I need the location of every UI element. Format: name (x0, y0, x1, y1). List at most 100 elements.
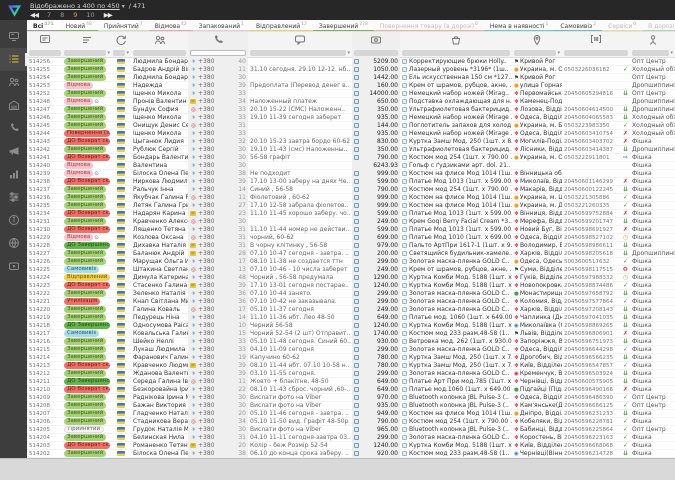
ttn-cell[interactable]: 20450604065583⇊ (562, 114, 630, 122)
price-cell[interactable]: 790.00 (352, 418, 400, 426)
phone-cell[interactable]: ✳+38033 (188, 130, 248, 138)
comment-cell[interactable]: 08.10 11-38 не создается ттн (248, 258, 352, 266)
phone-cell[interactable]: ✳+38033 (188, 346, 248, 354)
customer-name[interactable]: Іщенко Микола (131, 114, 188, 122)
comment-cell[interactable]: 17.10 13-00 заберу на днях Че.. (248, 178, 352, 186)
status-badge[interactable]: Завершений (64, 306, 106, 313)
product-cell[interactable]: Костюм на флисе Мод 1014 (1ш.. (400, 410, 512, 418)
ttn-cell[interactable]: 20450596503924⇊ (562, 370, 630, 378)
filter-input-price[interactable] (354, 50, 398, 56)
price-cell[interactable]: 5209.00 (352, 58, 400, 66)
status-badge[interactable]: Завершений (64, 218, 106, 225)
price-cell[interactable]: 6243.93 (352, 162, 400, 170)
status-badge[interactable]: ДО Возврат ск.. (64, 178, 110, 185)
product-cell[interactable]: Светящийся будильник-хамеле.. (400, 250, 512, 258)
phone-cell[interactable]: ✳+38030 (188, 154, 248, 162)
product-cell[interactable]: Золотая маска-пленка GOLD C.. (400, 346, 512, 354)
customer-name[interactable]: Штакина Светлана (131, 266, 188, 274)
phone-cell[interactable]: ✳+38014 (188, 314, 248, 322)
ttn-cell[interactable]: 20450596751973⇊ (562, 338, 630, 346)
sidebar-item-call-center[interactable] (0, 117, 27, 140)
price-cell[interactable]: 935.00 (352, 114, 400, 122)
ttn-cell[interactable]: 20450596486390✓ (562, 394, 630, 402)
price-cell[interactable]: 1740.00 (352, 330, 400, 338)
status-badge[interactable]: Відмова (64, 234, 93, 241)
customer-name[interactable]: Баланюк Андрій (131, 250, 188, 258)
product-cell[interactable]: Куртка Комби Мод. 5188 (1шт. х.. (400, 442, 512, 450)
ttn-cell[interactable]: 20450598874486✓ (562, 282, 630, 290)
ttn-cell[interactable]: 5003600517632✓ (562, 258, 630, 266)
status-badge[interactable]: Завершений (64, 90, 106, 97)
ttn-cell[interactable]: 0503221260335✓ (562, 202, 630, 210)
phone-cell[interactable]: ✳+38038 (188, 450, 248, 458)
comment-cell[interactable]: Капучино 60-62 (248, 354, 352, 362)
comment-cell[interactable]: В чорну клітинку , 56-58 (248, 242, 352, 250)
status-badge[interactable]: Завершений (64, 186, 106, 193)
filter-input-status[interactable] (64, 50, 106, 56)
ttn-cell[interactable]: 20450596228781✓ (562, 418, 630, 426)
phone-cell[interactable]: ✳+38039 (188, 82, 248, 90)
comment-cell[interactable]: Вислати фото на Viber (248, 394, 352, 402)
product-cell[interactable]: Платье Мод 1013 (1шт. х 599.00.. (400, 178, 512, 186)
phone-cell[interactable]: ic+38020 (188, 442, 248, 450)
comment-cell[interactable]: 17.10 12-58 забрала фіолетов.. (248, 202, 352, 210)
page-button[interactable]: 10 (86, 11, 94, 19)
product-cell[interactable]: Ультрафиолетовая бактерицид.. (400, 106, 512, 114)
phone-cell[interactable]: ◎+38030 (188, 218, 248, 226)
phone-cell[interactable]: ✳+38014 (188, 186, 248, 194)
comment-cell[interactable]: Черний 56-58 (248, 322, 352, 330)
comment-cell[interactable]: Наложенный платеж (248, 98, 352, 106)
comment-cell[interactable]: Чорний , 56-58 предумала (248, 274, 352, 282)
ttn-cell[interactable]: 0503222911801⇨ (562, 154, 630, 162)
price-cell[interactable]: 970.00 (352, 394, 400, 402)
ttn-cell[interactable]: 20450597041035⇊ (562, 314, 630, 322)
price-cell[interactable]: 1240.00 (352, 322, 400, 330)
tab-Сервіси[interactable]: Сервіси0 (602, 20, 642, 32)
price-cell[interactable]: 249.00 (352, 218, 400, 226)
customer-name[interactable]: Ниркова Людмила (131, 178, 188, 186)
sidebar-item-info[interactable] (0, 209, 27, 232)
ttn-cell[interactable]: 20450596231233⇊ (562, 410, 630, 418)
product-cell[interactable]: Золотая маска-пленка GOLD C.. (400, 298, 512, 306)
status-badge[interactable]: Завершений (64, 66, 106, 73)
status-badge[interactable]: Завершений (64, 450, 106, 457)
status-badge[interactable]: ДО Возврат ск.. (64, 226, 110, 233)
price-cell[interactable]: 144.00 (352, 122, 400, 130)
product-cell[interactable]: Подставка охлаждающая для н.. (400, 98, 512, 106)
comment-cell[interactable] (248, 218, 352, 226)
page-button[interactable]: 7 (47, 11, 51, 19)
status-badge[interactable]: ДО Возврат ск.. (64, 282, 110, 289)
price-cell[interactable]: 350.00 (352, 106, 400, 114)
phone-cell[interactable]: ◎+38011 (188, 194, 248, 202)
customer-name[interactable]: Димула Катерина (131, 274, 188, 282)
phone-cell[interactable]: ic+38031 (188, 242, 248, 250)
product-cell[interactable]: Костюм мод 233 разм,48-58 (1.. (400, 450, 512, 458)
filter-input-name[interactable] (133, 50, 186, 56)
status-badge[interactable]: Відмова (64, 170, 93, 177)
column-header-ttn[interactable] (562, 32, 630, 48)
ttn-cell[interactable]: 20450596223163✓ (562, 434, 630, 442)
customer-name[interactable]: Білоска Олена Петр.. (131, 170, 188, 178)
product-cell[interactable]: Золотая маска-пленка GOLD C.. (400, 434, 512, 442)
customer-name[interactable]: Іщенко Микола (131, 130, 188, 138)
phone-cell[interactable]: ✳+38010 (188, 322, 248, 330)
ttn-cell[interactable]: 20450599201747⇊ (562, 218, 630, 226)
sidebar-item-orders[interactable] (0, 48, 27, 71)
customer-name[interactable]: Марущак Ольга Ива.. (131, 258, 188, 266)
product-cell[interactable]: Немецкий набор ножей (Mirage .. (400, 130, 512, 138)
comment-cell[interactable] (248, 90, 352, 98)
comment-cell[interactable]: 56-58 графіт (248, 154, 352, 162)
product-cell[interactable]: Гольф с ґудзиками арт. dol. 21.. (400, 162, 512, 170)
price-cell[interactable]: 999.00 (352, 170, 400, 178)
filter-input-ttn[interactable] (564, 50, 628, 56)
phone-cell[interactable]: ✳+38038 (188, 170, 248, 178)
customer-name[interactable]: Людмила Бондарен.. (131, 58, 188, 66)
product-cell[interactable]: Золотая маска-пленка GOLD C.. (400, 306, 512, 314)
product-cell[interactable]: Поглотитель запахов для холод.. (400, 122, 512, 130)
product-cell[interactable]: Костюм на флисе Мод 1014 (1ш.. (400, 202, 512, 210)
comment-cell[interactable]: 17.10 13-01 сегодня постарае.. (248, 282, 352, 290)
product-cell[interactable]: Костюм мод 254 (1шт. х 790.00 .. (400, 154, 512, 162)
status-badge[interactable]: Відмова (64, 98, 93, 105)
column-header-id[interactable] (27, 32, 63, 48)
price-cell[interactable]: 249.00 (352, 306, 400, 314)
